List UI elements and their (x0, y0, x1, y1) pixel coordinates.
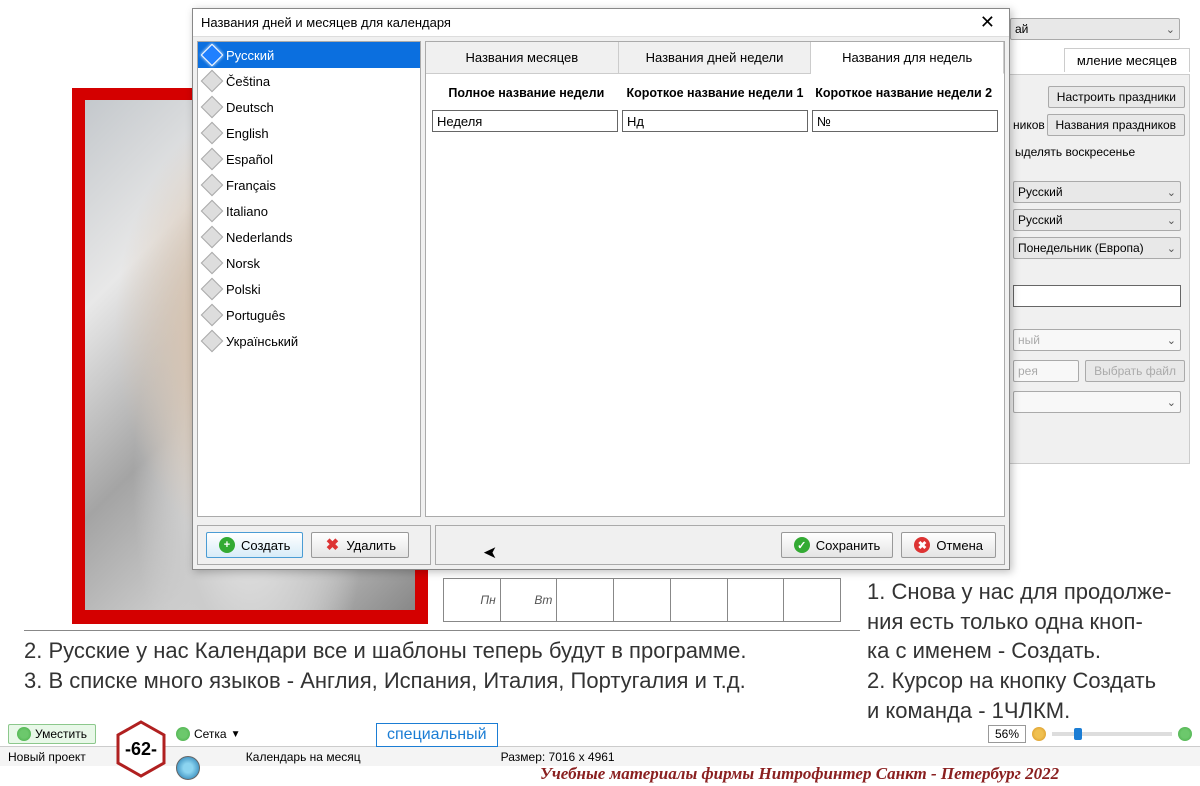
language-label: Français (226, 178, 276, 193)
status-size: Размер: 7016 x 4961 (501, 750, 615, 764)
language-item-português[interactable]: Português (198, 302, 420, 328)
language-item-русский[interactable]: Русский (198, 42, 420, 68)
zoom-in-icon[interactable] (1178, 727, 1192, 741)
language-item-español[interactable]: Español (198, 146, 420, 172)
diamond-icon (201, 122, 224, 145)
language-label: Русский (226, 48, 274, 63)
bottom-toolbar: Уместить Сетка▼ 56% (8, 724, 1192, 744)
language-label: English (226, 126, 269, 141)
language-label: Polski (226, 282, 261, 297)
fit-icon (17, 727, 31, 741)
calendar-names-dialog: Названия дней и месяцев для календаря ✕ … (192, 8, 1010, 570)
tab-bar: Названия месяцевНазвания дней неделиНазв… (426, 42, 1004, 74)
lang-dropdown-2[interactable]: Русский (1013, 209, 1181, 231)
fit-button[interactable]: Уместить (8, 724, 96, 744)
language-label: Український (226, 334, 298, 349)
week-full-name-input[interactable] (432, 110, 618, 132)
dialog-title: Названия дней и месяцев для календаря (201, 15, 451, 30)
status-calendar-type: Календарь на месяц (246, 750, 361, 764)
week-start-dropdown[interactable]: Понедельник (Европа) (1013, 237, 1181, 259)
diamond-icon (201, 96, 224, 119)
language-item-polski[interactable]: Polski (198, 276, 420, 302)
instruction-text-right: 1. Снова у нас для продолже- ния есть то… (867, 577, 1191, 725)
side-tab-months-design[interactable]: мление месяцев (1064, 48, 1190, 72)
language-label: Italiano (226, 204, 268, 219)
footer-credits: Учебные материалы фирмы Нитрофинтер Санк… (540, 764, 1059, 784)
language-label: Deutsch (226, 100, 274, 115)
diamond-icon (201, 174, 224, 197)
check-icon: ✓ (794, 537, 810, 553)
language-label: Nederlands (226, 230, 293, 245)
special-tag: специальный (376, 723, 498, 747)
delete-icon: ✖ (324, 537, 340, 553)
status-new-project: Новый проект (8, 750, 86, 764)
highlight-sunday-checkbox[interactable]: ыделять воскресенье (1013, 139, 1185, 165)
tab-1[interactable]: Названия дней недели (619, 42, 812, 73)
cancel-icon: ✖ (914, 537, 930, 553)
language-item-english[interactable]: English (198, 120, 420, 146)
save-button[interactable]: ✓Сохранить (781, 532, 894, 558)
grid-button[interactable]: Сетка▼ (176, 727, 241, 741)
delete-button[interactable]: ✖Удалить (311, 532, 409, 558)
grid-icon (176, 727, 190, 741)
holiday-names-button[interactable]: Названия праздников (1047, 114, 1186, 136)
language-item-nederlands[interactable]: Nederlands (198, 224, 420, 250)
language-label: Português (226, 308, 285, 323)
col-header-full: Полное название недели (434, 86, 619, 100)
disabled-dropdown-1: ный (1013, 329, 1181, 351)
close-icon[interactable]: ✕ (974, 12, 1001, 33)
dialog-titlebar: Названия дней и месяцев для календаря ✕ (193, 9, 1009, 37)
diamond-icon (201, 70, 224, 93)
top-dropdown[interactable]: ай (1010, 18, 1180, 40)
setup-holidays-button[interactable]: Настроить праздники (1048, 86, 1185, 108)
language-item-deutsch[interactable]: Deutsch (198, 94, 420, 120)
language-item-čeština[interactable]: Čeština (198, 68, 420, 94)
diamond-icon (201, 278, 224, 301)
label-fragment: ников (1013, 118, 1045, 132)
language-item-italiano[interactable]: Italiano (198, 198, 420, 224)
tab-2[interactable]: Названия для недель (811, 42, 1004, 74)
calendar-grid: ПнВт (443, 578, 841, 622)
language-label: Čeština (226, 74, 270, 89)
globe-icon (176, 756, 200, 780)
side-text-input[interactable] (1013, 285, 1181, 307)
add-icon: + (219, 537, 235, 553)
zoom-value[interactable]: 56% (988, 725, 1026, 743)
diamond-icon (201, 304, 224, 327)
diamond-icon (201, 200, 224, 223)
tab-0[interactable]: Названия месяцев (426, 42, 619, 73)
col-header-short1: Короткое название недели 1 (623, 86, 808, 100)
side-panel: Настроить праздники никовНазвания праздн… (1008, 74, 1190, 464)
tab-week-names: Полное название недели Короткое название… (426, 74, 1004, 140)
disabled-dropdown-3 (1013, 391, 1181, 413)
content-panel: Названия месяцевНазвания дней неделиНазв… (425, 41, 1005, 517)
disabled-dropdown-2: рея (1013, 360, 1079, 382)
diamond-icon (201, 148, 224, 171)
lang-dropdown-1[interactable]: Русский (1013, 181, 1181, 203)
footer-right: ✓Сохранить ✖Отмена (435, 525, 1005, 565)
instruction-text-left: 2. Русские у нас Календари все и шаблоны… (24, 630, 860, 695)
cancel-button[interactable]: ✖Отмена (901, 532, 996, 558)
diamond-icon (201, 44, 224, 67)
language-list: Русский Čeština Deutsch English Español Franç… (197, 41, 421, 517)
language-label: Español (226, 152, 273, 167)
zoom-slider[interactable] (1052, 732, 1172, 736)
week-short2-input[interactable] (812, 110, 998, 132)
col-header-short2: Короткое название недели 2 (811, 86, 996, 100)
diamond-icon (201, 226, 224, 249)
zoom-out-icon[interactable] (1032, 727, 1046, 741)
create-button[interactable]: +Создать (206, 532, 303, 558)
footer-left: +Создать ✖Удалить (197, 525, 431, 565)
select-file-button: Выбрать файл (1085, 360, 1185, 382)
page-badge: -62- (112, 720, 170, 778)
language-label: Norsk (226, 256, 260, 271)
language-item-français[interactable]: Français (198, 172, 420, 198)
week-short1-input[interactable] (622, 110, 808, 132)
diamond-icon (201, 330, 224, 353)
diamond-icon (201, 252, 224, 275)
language-item-український[interactable]: Український (198, 328, 420, 354)
language-item-norsk[interactable]: Norsk (198, 250, 420, 276)
